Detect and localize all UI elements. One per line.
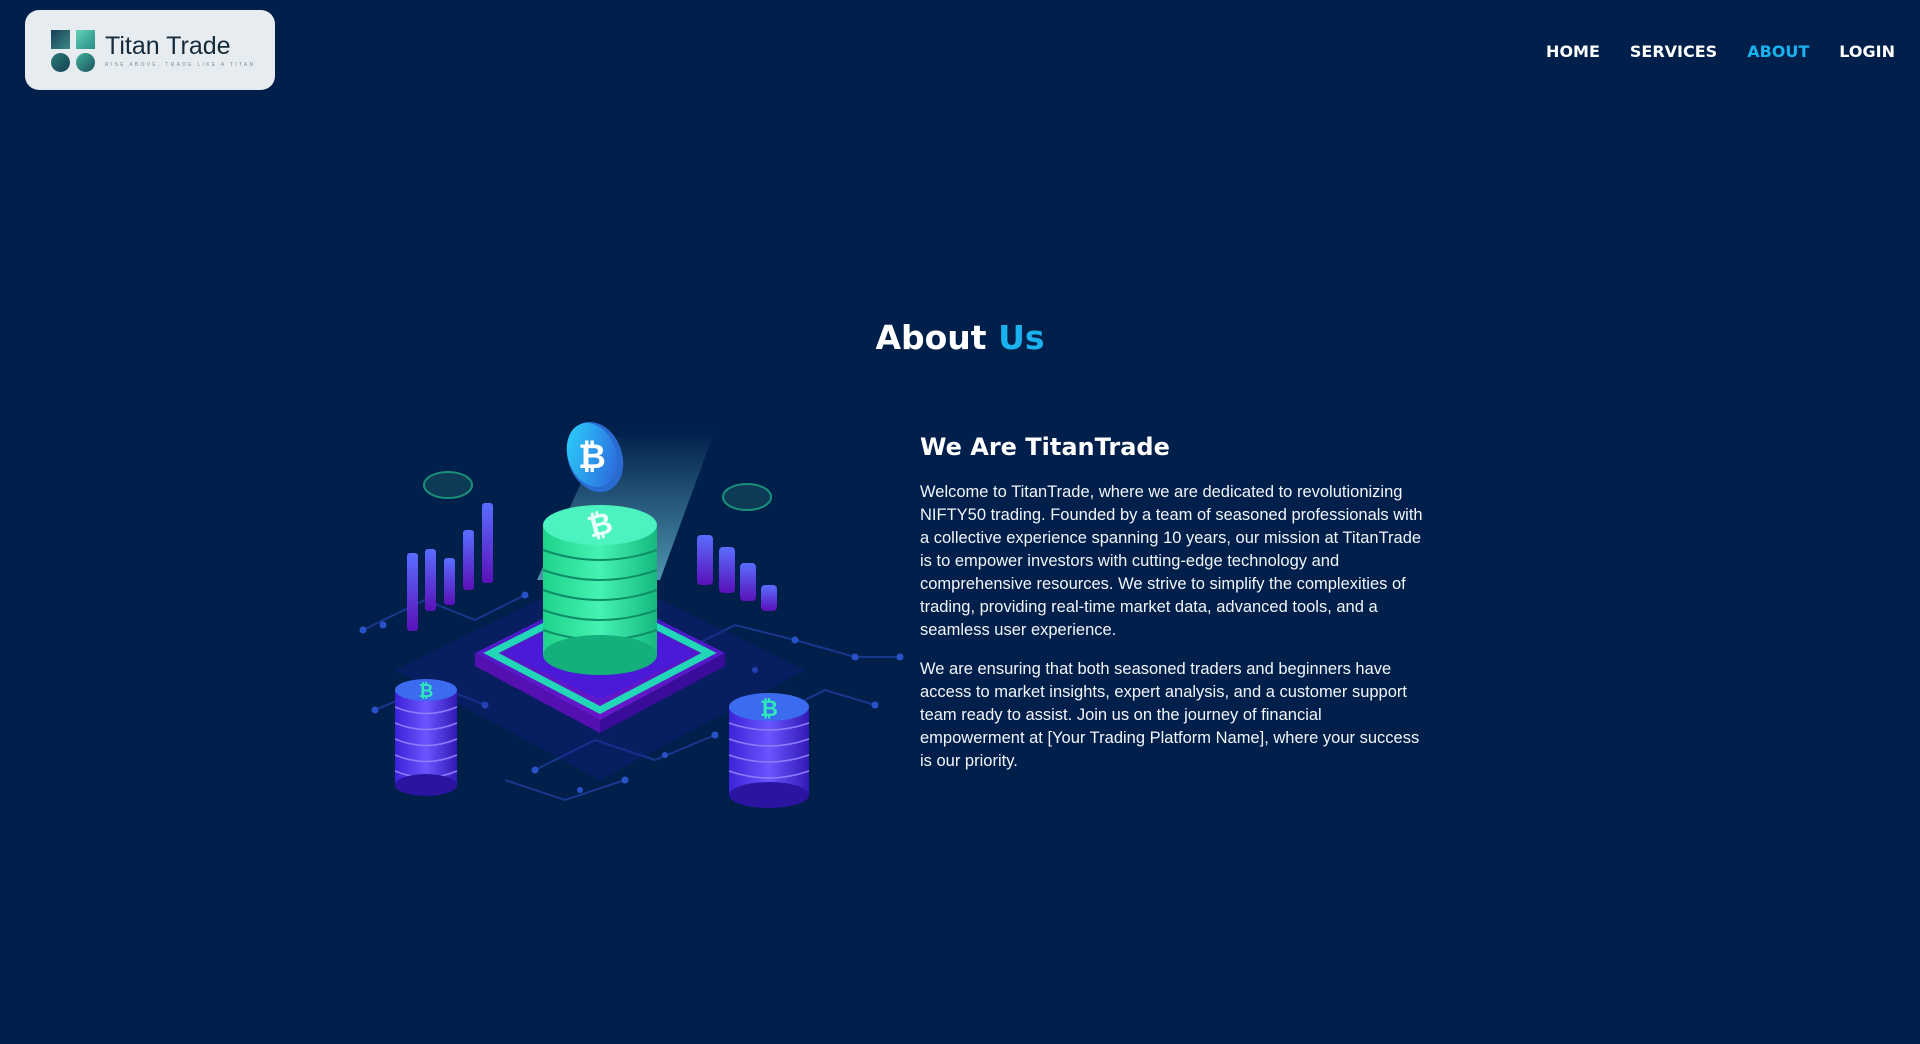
svg-text:₿: ₿: [760, 697, 778, 722]
about-page: Titan Trade RISE ABOVE, TRADE LIKE A TIT…: [0, 0, 1920, 1044]
about-heading: We Are TitanTrade: [920, 433, 1170, 461]
nav-home[interactable]: HOME: [1546, 42, 1600, 61]
crypto-platform-illustration: ₿ ₿ ₿ ₿: [359, 421, 904, 808]
section-title-main: About: [875, 318, 987, 357]
section-title-accent: Us: [998, 318, 1045, 357]
section-title: About Us: [0, 318, 1920, 357]
about-content: We Are TitanTrade Welcome to TitanTrade,…: [920, 433, 1425, 789]
nav-login[interactable]: LOGIN: [1839, 42, 1895, 61]
brand-logo[interactable]: Titan Trade RISE ABOVE, TRADE LIKE A TIT…: [25, 10, 275, 90]
brand-name: Titan Trade: [105, 31, 231, 60]
nav-about[interactable]: ABOUT: [1747, 42, 1809, 61]
about-paragraph-2: We are ensuring that both seasoned trade…: [920, 660, 1420, 770]
brand-tagline: RISE ABOVE, TRADE LIKE A TITAN: [105, 61, 256, 68]
nav-services[interactable]: SERVICES: [1630, 42, 1717, 61]
about-paragraph-1: Welcome to TitanTrade, where we are dedi…: [920, 483, 1423, 639]
logo-mark-icon: [49, 27, 97, 73]
svg-text:₿: ₿: [578, 437, 606, 477]
main-nav: HOME SERVICES ABOUT LOGIN: [1546, 42, 1895, 61]
svg-text:₿: ₿: [419, 681, 434, 702]
